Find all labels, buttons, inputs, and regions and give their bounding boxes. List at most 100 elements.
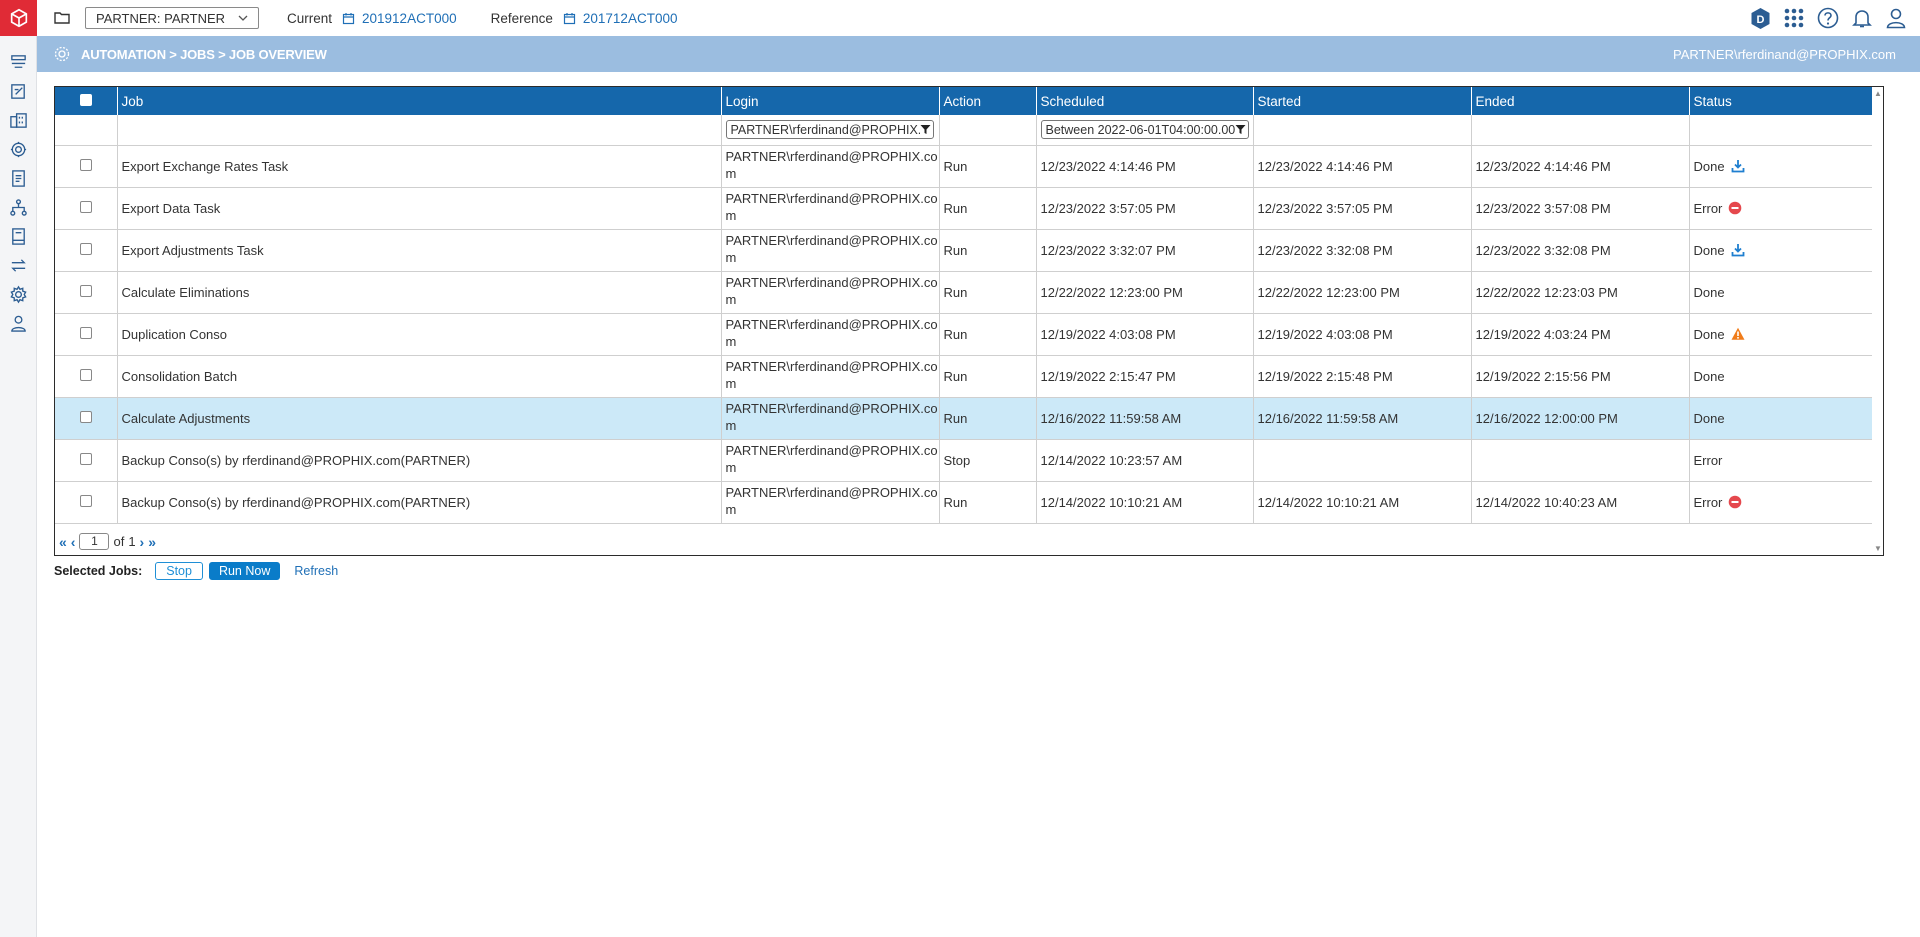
sidebar-item-reports[interactable]: [0, 164, 37, 193]
reference-period-link[interactable]: 201712ACT000: [583, 11, 678, 26]
selected-jobs-label: Selected Jobs:: [54, 564, 143, 578]
table-row[interactable]: Export Adjustments Task PARTNER\rferdinan…: [55, 229, 1874, 272]
cell-login: PARTNER\rferdinand@PROPHIX.com: [721, 229, 940, 272]
column-header-login[interactable]: Login: [721, 87, 940, 115]
row-checkbox-cell[interactable]: [55, 355, 118, 398]
table-row[interactable]: Export Data Task PARTNER\rferdinand@PROPH…: [55, 187, 1874, 230]
sidebar-item-data-entry[interactable]: [0, 77, 37, 106]
row-checkbox-cell[interactable]: [55, 271, 118, 314]
automation-gear-icon: [54, 46, 70, 62]
stop-button[interactable]: Stop: [155, 562, 203, 580]
column-header-ended[interactable]: Ended: [1471, 87, 1690, 115]
cell-job: Export Exchange Rates Task: [117, 145, 722, 188]
company-select[interactable]: PARTNER: PARTNER: [85, 7, 259, 29]
job-grid: Job Login Action Scheduled Started Ended…: [54, 86, 1884, 556]
apps-grid-button[interactable]: [1782, 6, 1806, 30]
row-checkbox[interactable]: [79, 326, 92, 339]
sidebar-item-users[interactable]: [0, 309, 37, 338]
cell-ended: 12/16/2022 12:00:00 PM: [1471, 397, 1690, 440]
vertical-scrollbar[interactable]: ▲ ▼: [1872, 87, 1883, 555]
sidebar-item-automation[interactable]: [0, 135, 37, 164]
filter-funnel-icon[interactable]: [1235, 124, 1246, 135]
d-badge-button[interactable]: D: [1748, 6, 1772, 30]
table-row[interactable]: Backup Conso(s) by rferdinand@PROPHIX.co…: [55, 439, 1874, 482]
scheduled-filter-input[interactable]: Between 2022-06-01T04:00:00.000: [1040, 120, 1249, 140]
cell-status: Done: [1689, 271, 1874, 314]
row-checkbox[interactable]: [79, 158, 92, 171]
filter-cell-ended: [1471, 115, 1690, 146]
table-row[interactable]: Duplication Conso PARTNER\rferdinand@PROP…: [55, 313, 1874, 356]
row-checkbox[interactable]: [79, 410, 92, 423]
row-checkbox-cell[interactable]: [55, 187, 118, 230]
refresh-link[interactable]: Refresh: [294, 564, 338, 578]
help-icon: [1817, 7, 1839, 29]
row-checkbox[interactable]: [79, 452, 92, 465]
sidebar-item-journal[interactable]: [0, 222, 37, 251]
user-profile-button[interactable]: [1884, 6, 1908, 30]
cell-login: PARTNER\rferdinand@PROPHIX.com: [721, 355, 940, 398]
page-number-input[interactable]: 1: [79, 533, 110, 550]
warning-icon: [1731, 327, 1745, 340]
login-filter-input[interactable]: PARTNER\rferdinand@PROPHIX.com: [725, 120, 934, 140]
sidebar-item-structure[interactable]: [0, 106, 37, 135]
status-text: Done: [1693, 242, 1725, 258]
column-header-action[interactable]: Action: [939, 87, 1037, 115]
cell-ended: 12/19/2022 4:03:24 PM: [1471, 313, 1690, 356]
table-row[interactable]: Calculate Adjustments PARTNER\rferdinand@…: [55, 397, 1874, 440]
table-row[interactable]: Backup Conso(s) by rferdinand@PROPHIX.co…: [55, 481, 1874, 524]
row-checkbox[interactable]: [79, 242, 92, 255]
sidebar-item-settings[interactable]: [0, 280, 37, 309]
first-page-button[interactable]: «: [59, 534, 67, 550]
logo-cube-icon: [10, 8, 27, 28]
download-icon[interactable]: [1731, 159, 1745, 173]
top-bar: PARTNER: PARTNER Current 201912ACT000 Re…: [37, 0, 1920, 36]
table-row[interactable]: Calculate Eliminations PARTNER\rferdinand…: [55, 271, 1874, 314]
cell-login: PARTNER\rferdinand@PROPHIX.com: [721, 481, 940, 524]
next-page-button[interactable]: ›: [140, 534, 145, 550]
apps-grid-icon: [1784, 8, 1804, 28]
row-checkbox-cell[interactable]: [55, 481, 118, 524]
filter-row: PARTNER\rferdinand@PROPHIX.com Between 2…: [55, 115, 1874, 146]
column-header-scheduled[interactable]: Scheduled: [1036, 87, 1254, 115]
column-header-job[interactable]: Job: [117, 87, 722, 115]
scroll-up-arrow[interactable]: ▲: [1874, 89, 1882, 98]
cell-status: Done: [1689, 145, 1874, 188]
last-page-button[interactable]: »: [148, 534, 156, 550]
scroll-down-arrow[interactable]: ▼: [1874, 544, 1882, 553]
sidebar-item-workflow[interactable]: [0, 48, 37, 77]
download-icon[interactable]: [1731, 243, 1745, 257]
row-checkbox[interactable]: [79, 284, 92, 297]
filter-funnel-icon[interactable]: [920, 124, 931, 135]
column-header-status[interactable]: Status: [1689, 87, 1874, 115]
select-all-header[interactable]: [55, 87, 118, 115]
app-logo[interactable]: [0, 0, 37, 36]
run-now-button[interactable]: Run Now: [208, 562, 281, 580]
cell-action: Run: [939, 313, 1037, 356]
table-header-row: Job Login Action Scheduled Started Ended…: [55, 87, 1874, 115]
cell-ended: 12/23/2022 3:57:08 PM: [1471, 187, 1690, 230]
sidebar-item-hierarchy[interactable]: [0, 193, 37, 222]
row-checkbox[interactable]: [79, 200, 92, 213]
pager: « ‹ 1 of 1 › »: [59, 533, 156, 550]
help-button[interactable]: [1816, 6, 1840, 30]
row-checkbox-cell[interactable]: [55, 397, 118, 440]
table-row[interactable]: Export Exchange Rates Task PARTNER\rferdi…: [55, 145, 1874, 188]
sidebar-item-transfer[interactable]: [0, 251, 37, 280]
folder-icon[interactable]: [53, 9, 71, 27]
selected-jobs-actions: Selected Jobs: Stop Run Now Refresh: [54, 562, 338, 580]
select-all-checkbox[interactable]: [79, 93, 92, 106]
row-checkbox-cell[interactable]: [55, 229, 118, 272]
notifications-button[interactable]: [1850, 6, 1874, 30]
row-checkbox[interactable]: [79, 494, 92, 507]
current-period-link[interactable]: 201912ACT000: [362, 11, 457, 26]
job-table: Job Login Action Scheduled Started Ended…: [55, 87, 1874, 524]
prev-page-button[interactable]: ‹: [71, 534, 76, 550]
table-row[interactable]: Consolidation Batch PARTNER\rferdinand@PR…: [55, 355, 1874, 398]
row-checkbox-cell[interactable]: [55, 313, 118, 356]
calendar-icon: [563, 12, 575, 24]
row-checkbox-cell[interactable]: [55, 439, 118, 482]
column-header-started[interactable]: Started: [1253, 87, 1472, 115]
row-checkbox[interactable]: [79, 368, 92, 381]
cell-login: PARTNER\rferdinand@PROPHIX.com: [721, 313, 940, 356]
row-checkbox-cell[interactable]: [55, 145, 118, 188]
